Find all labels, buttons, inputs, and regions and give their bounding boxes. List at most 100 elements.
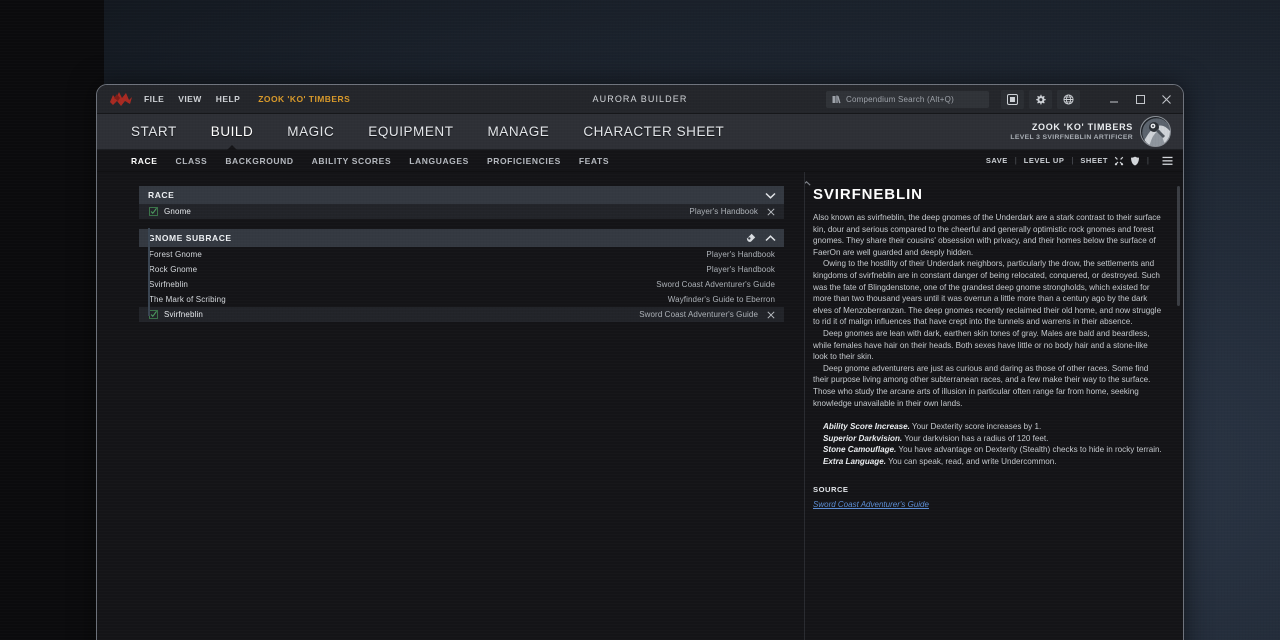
- sub-tab-languages[interactable]: LANGUAGES: [409, 156, 469, 166]
- chevron-up-icon[interactable]: [765, 235, 776, 242]
- nav-tab-magic[interactable]: MAGIC: [287, 124, 334, 139]
- nav-tab-build[interactable]: BUILD: [211, 124, 254, 139]
- shield-icon: [1130, 156, 1140, 166]
- nav-tab-equipment[interactable]: EQUIPMENT: [368, 124, 453, 139]
- chevron-up-icon: [804, 181, 811, 186]
- window-popout-button[interactable]: [1001, 90, 1024, 109]
- dice-button[interactable]: [1114, 156, 1124, 166]
- sub-tab-proficiencies[interactable]: PROFICIENCIES: [487, 156, 561, 166]
- nav-tab-manage[interactable]: MANAGE: [488, 124, 550, 139]
- trait-name: Extra Language.: [823, 457, 886, 466]
- menu-file[interactable]: FILE: [144, 94, 164, 104]
- character-summary[interactable]: ZOOK 'KO' TIMBERS LEVEL 3 SVIRFNEBLIN AR…: [1010, 116, 1183, 147]
- dice-icon: [1114, 156, 1124, 166]
- window-popout-icon: [1007, 94, 1018, 105]
- title-bar: FILE VIEW HELP ZOOK 'KO' TIMBERS AURORA …: [97, 85, 1183, 114]
- gnome-subrace-panel-title: GNOME SUBRACE: [148, 233, 232, 243]
- table-row[interactable]: The Mark of Scribing Wayfinder's Guide t…: [139, 292, 784, 307]
- aurora-builder-window: FILE VIEW HELP ZOOK 'KO' TIMBERS AURORA …: [96, 84, 1184, 640]
- table-row[interactable]: Rock Gnome Player's Handbook: [139, 262, 784, 277]
- race-panel-header[interactable]: RACE: [139, 186, 784, 204]
- row-label: Gnome: [164, 207, 191, 216]
- source-label: SOURCE: [813, 485, 1163, 494]
- row-label: Svirfneblin: [164, 310, 203, 319]
- close-icon: [1161, 94, 1172, 105]
- sub-tab-background[interactable]: BACKGROUND: [225, 156, 293, 166]
- trait-ability-score-increase: Ability Score Increase. Your Dexterity s…: [813, 421, 1163, 433]
- desktop-left-edge: [0, 0, 104, 640]
- sub-nav-actions: SAVE | LEVEL UP | SHEET |: [986, 156, 1183, 166]
- menu-character-name[interactable]: ZOOK 'KO' TIMBERS: [258, 94, 350, 104]
- trait-text: Your Dexterity score increases by 1.: [910, 422, 1041, 431]
- row-source: Sword Coast Adventurer's Guide: [656, 280, 775, 289]
- action-separator-1: |: [1015, 156, 1017, 165]
- checked-box-icon: [149, 207, 158, 216]
- shield-button[interactable]: [1130, 156, 1140, 166]
- row-label: Forest Gnome: [149, 250, 202, 259]
- settings-button[interactable]: [1029, 90, 1052, 109]
- tag-icon[interactable]: [746, 233, 756, 243]
- character-summary-text: ZOOK 'KO' TIMBERS LEVEL 3 SVIRFNEBLIN AR…: [1010, 122, 1133, 141]
- maximize-icon: [1135, 94, 1146, 105]
- scroll-up-button[interactable]: [804, 181, 812, 188]
- sub-tab-class[interactable]: CLASS: [176, 156, 208, 166]
- gnome-subrace-header-controls: [746, 233, 776, 243]
- action-separator-3: |: [1147, 156, 1149, 165]
- level-up-button[interactable]: LEVEL UP: [1024, 156, 1065, 165]
- maximize-button[interactable]: [1127, 85, 1153, 114]
- compendium-search-input[interactable]: Compendium Search (Alt+Q): [826, 91, 989, 108]
- globe-icon: [1063, 94, 1074, 105]
- detail-scrollbar[interactable]: [1177, 186, 1180, 306]
- menu-view[interactable]: VIEW: [178, 94, 202, 104]
- detail-pane: SVIRFNEBLIN Also known as svirfneblin, t…: [804, 172, 1183, 640]
- row-label: Svirfneblin: [149, 280, 188, 289]
- row-source: Sword Coast Adventurer's Guide: [639, 310, 758, 319]
- detail-paragraph: Deep gnome adventurers are just as curio…: [813, 363, 1163, 409]
- primary-navigation: START BUILD MAGIC EQUIPMENT MANAGE CHARA…: [97, 114, 1183, 150]
- trait-name: Stone Camouflage.: [823, 445, 896, 454]
- row-label: Rock Gnome: [149, 265, 197, 274]
- save-button[interactable]: SAVE: [986, 156, 1008, 165]
- close-icon[interactable]: [767, 311, 775, 319]
- close-icon[interactable]: [767, 208, 775, 216]
- character-portrait-icon: [1141, 117, 1171, 147]
- detail-paragraph: Also known as svirfneblin, the deep gnom…: [813, 212, 1163, 258]
- gnome-subrace-panel-header[interactable]: GNOME SUBRACE: [139, 229, 784, 247]
- language-globe-button[interactable]: [1057, 90, 1080, 109]
- close-button[interactable]: [1153, 85, 1179, 114]
- trait-name: Ability Score Increase.: [823, 422, 910, 431]
- hamburger-menu-button[interactable]: [1162, 156, 1173, 166]
- table-row[interactable]: Gnome Player's Handbook: [139, 204, 784, 219]
- nav-tab-character-sheet[interactable]: CHARACTER SHEET: [583, 124, 724, 139]
- traits-list: Ability Score Increase. Your Dexterity s…: [813, 421, 1163, 467]
- checked-box-icon: [149, 310, 158, 319]
- sheet-button[interactable]: SHEET: [1080, 156, 1108, 165]
- race-panel-title: RACE: [148, 190, 174, 200]
- source-link[interactable]: Sword Coast Adventurer's Guide: [813, 500, 929, 509]
- desktop-background: FILE VIEW HELP ZOOK 'KO' TIMBERS AURORA …: [0, 0, 1280, 640]
- trait-text: You can speak, read, and write Undercomm…: [886, 457, 1057, 466]
- row-source: Player's Handbook: [706, 250, 775, 259]
- avatar[interactable]: [1140, 116, 1171, 147]
- book-icon: [832, 95, 841, 104]
- table-row[interactable]: Forest Gnome Player's Handbook: [139, 247, 784, 262]
- table-row[interactable]: Svirfneblin Sword Coast Adventurer's Gui…: [139, 277, 784, 292]
- table-row[interactable]: Svirfneblin Sword Coast Adventurer's Gui…: [139, 307, 784, 322]
- menu-help[interactable]: HELP: [216, 94, 240, 104]
- nav-tab-start[interactable]: START: [131, 124, 177, 139]
- minimize-button[interactable]: [1101, 85, 1127, 114]
- trait-text: Your darkvision has a radius of 120 feet…: [902, 434, 1048, 443]
- sub-tab-race[interactable]: RACE: [131, 156, 158, 166]
- chevron-down-icon[interactable]: [765, 192, 776, 199]
- compendium-search-placeholder: Compendium Search (Alt+Q): [846, 95, 954, 104]
- trait-stone-camouflage: Stone Camouflage. You have advantage on …: [813, 444, 1163, 456]
- content-area: RACE Gnome Player's Hand: [97, 172, 1183, 640]
- aurora-dragon-logo-icon[interactable]: [108, 89, 134, 109]
- character-level-class: LEVEL 3 SVIRFNEBLIN ARTIFICER: [1010, 134, 1133, 141]
- selection-pane: RACE Gnome Player's Hand: [97, 172, 804, 640]
- character-name: ZOOK 'KO' TIMBERS: [1010, 122, 1133, 132]
- sub-tab-feats[interactable]: FEATS: [579, 156, 609, 166]
- subrace-accent-rail: [148, 228, 150, 316]
- trait-superior-darkvision: Superior Darkvision. Your darkvision has…: [813, 433, 1163, 445]
- sub-tab-ability-scores[interactable]: ABILITY SCORES: [312, 156, 392, 166]
